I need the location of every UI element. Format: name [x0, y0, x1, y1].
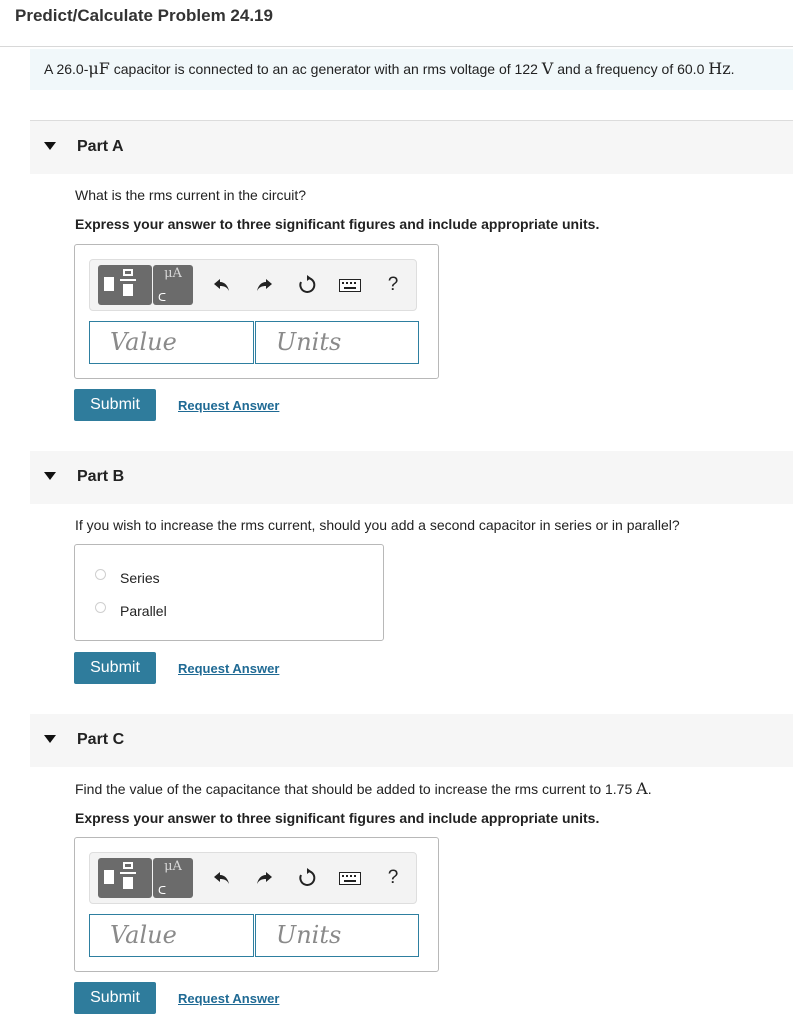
keyboard-icon[interactable]: [337, 272, 363, 298]
mu-a-label: μA: [164, 859, 182, 874]
part-c-question: Find the value of the capacitance that s…: [75, 779, 652, 798]
part-b-request-answer-link[interactable]: Request Answer: [178, 661, 279, 676]
part-a-instruction: Express your answer to three significant…: [75, 216, 600, 232]
templates-button[interactable]: [98, 858, 152, 898]
fraction-numerator-icon: [123, 862, 133, 869]
value-input[interactable]: Value: [89, 914, 254, 957]
part-a-request-answer-link[interactable]: Request Answer: [178, 398, 279, 413]
part-c-header[interactable]: Part C: [30, 714, 793, 767]
problem-unit-volt: V: [541, 59, 554, 78]
page-title: Predict/Calculate Problem 24.19: [15, 6, 273, 25]
keyboard-icon[interactable]: [337, 865, 363, 891]
template-square-icon: [104, 277, 114, 291]
part-c-instruction: Express your answer to three significant…: [75, 810, 600, 826]
part-c-request-answer-link[interactable]: Request Answer: [178, 991, 279, 1006]
part-c-question-end: .: [647, 781, 652, 797]
part-a-question: What is the rms current in the circuit?: [75, 187, 307, 203]
units-input[interactable]: Units: [255, 914, 419, 957]
part-b-choices: Series Parallel: [74, 544, 384, 641]
math-toolbar: μA ᑕ ?: [89, 852, 417, 904]
radio-series[interactable]: [95, 569, 106, 580]
choice-series-label[interactable]: Series: [120, 570, 160, 586]
fraction-bar-icon: [120, 279, 136, 281]
problem-text-c: and a frequency of 60.0: [553, 61, 709, 77]
part-a-label: Part A: [77, 138, 124, 155]
part-c-question-text: Find the value of the capacitance that s…: [75, 781, 637, 797]
reset-icon[interactable]: [294, 865, 320, 891]
mu-a-label: μA: [164, 266, 182, 281]
part-b-label: Part B: [77, 468, 125, 485]
choice-parallel-label[interactable]: Parallel: [120, 603, 167, 619]
template-square-icon: [104, 870, 114, 884]
undo-icon[interactable]: [209, 865, 235, 891]
part-c-submit-button[interactable]: Submit: [74, 982, 156, 1014]
templates-button[interactable]: [98, 265, 152, 305]
redo-icon[interactable]: [251, 865, 277, 891]
undo-icon[interactable]: [209, 272, 235, 298]
reset-icon[interactable]: [294, 272, 320, 298]
problem-statement: A 26.0-μF capacitor is connected to an a…: [30, 49, 793, 90]
title-divider: [0, 46, 793, 47]
units-input[interactable]: Units: [255, 321, 419, 364]
help-icon[interactable]: ?: [380, 272, 406, 298]
part-b-question: If you wish to increase the rms current,…: [75, 517, 680, 533]
problem-text-b: capacitor is connected to an ac generato…: [109, 61, 542, 77]
part-b-submit-button[interactable]: Submit: [74, 652, 156, 684]
math-toolbar: μA ᑕ ?: [89, 259, 417, 311]
problem-unit-microfarad: μF: [88, 59, 110, 78]
collapse-caret-icon[interactable]: [44, 735, 56, 743]
fraction-denominator-icon: [123, 284, 133, 296]
part-c-unit-ampere: A: [636, 779, 648, 798]
part-c-answer-box: μA ᑕ ? Value Units: [74, 837, 439, 972]
help-icon[interactable]: ?: [380, 865, 406, 891]
fraction-bar-icon: [120, 872, 136, 874]
problem-text-d: .: [730, 61, 735, 77]
part-a-header[interactable]: Part A: [30, 121, 793, 174]
problem-unit-hertz: Hz: [708, 59, 731, 78]
value-input[interactable]: Value: [89, 321, 254, 364]
fraction-denominator-icon: [123, 877, 133, 889]
redo-icon[interactable]: [251, 272, 277, 298]
units-symbol-button[interactable]: μA ᑕ: [153, 858, 193, 898]
part-c-label: Part C: [77, 731, 125, 748]
units-symbol-button[interactable]: μA ᑕ: [153, 265, 193, 305]
radio-parallel[interactable]: [95, 602, 106, 613]
part-a-submit-button[interactable]: Submit: [74, 389, 156, 421]
part-b-header[interactable]: Part B: [30, 451, 793, 504]
hook-icon: ᑕ: [158, 884, 167, 897]
part-a-answer-box: μA ᑕ ? Value Units: [74, 244, 439, 379]
collapse-caret-icon[interactable]: [44, 142, 56, 150]
collapse-caret-icon[interactable]: [44, 472, 56, 480]
hook-icon: ᑕ: [158, 291, 167, 304]
problem-text-a: A 26.0-: [44, 61, 89, 77]
fraction-numerator-icon: [123, 269, 133, 276]
